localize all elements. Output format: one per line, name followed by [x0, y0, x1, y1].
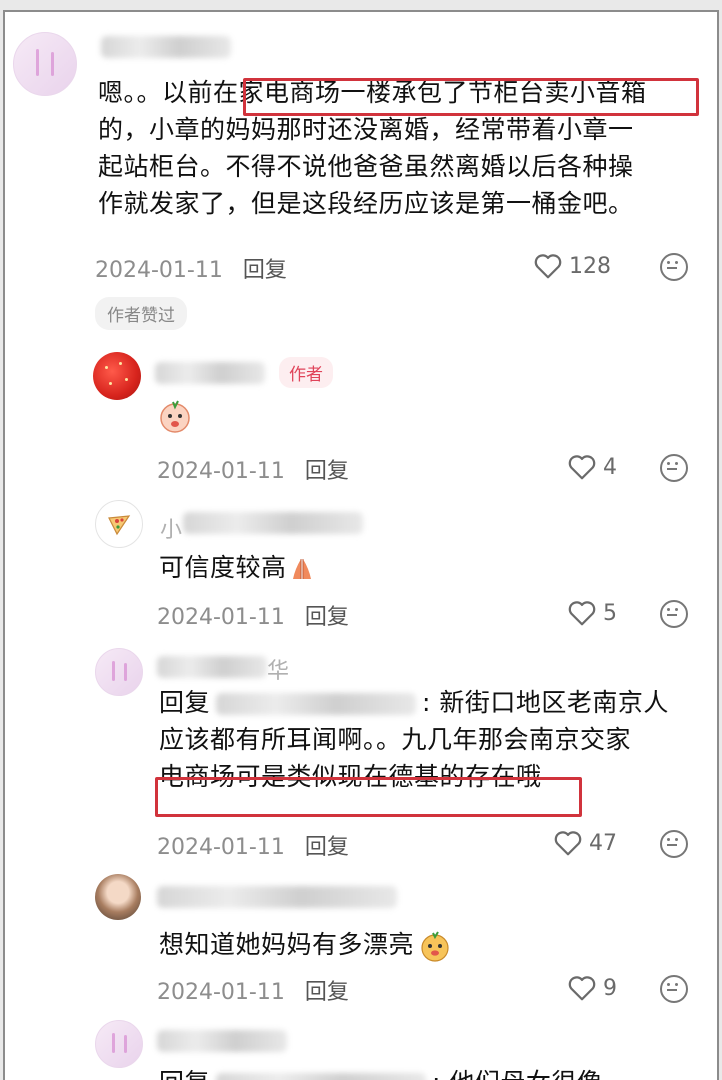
comment-text: 回复: 新街口地区老南京人 应该都有所耳闻啊。。九几年那会南京交家 电商场可是类…	[159, 688, 669, 791]
blurred-username[interactable]	[183, 512, 363, 534]
blurred-username[interactable]	[155, 362, 265, 384]
avatar[interactable]	[93, 352, 141, 400]
reply-button[interactable]: 回复	[305, 459, 349, 484]
comment-meta: 2024-01-11 回复	[157, 453, 349, 485]
heart-outline-icon	[568, 455, 596, 480]
like-count: 128	[569, 253, 611, 279]
blurred-username[interactable]	[157, 656, 267, 678]
pray-hands-emoji	[292, 559, 311, 579]
like-button[interactable]: 47	[553, 829, 617, 857]
frown-face-icon[interactable]	[660, 253, 688, 281]
comment-date: 2024-01-11	[157, 605, 285, 630]
blurred-mention[interactable]	[216, 693, 417, 715]
avatar[interactable]	[13, 32, 77, 96]
like-button[interactable]: 128	[533, 252, 611, 280]
avatar[interactable]	[95, 1020, 143, 1068]
avatar[interactable]	[95, 874, 141, 920]
sticker-emoji	[421, 931, 449, 962]
like-count: 47	[589, 830, 617, 856]
reply-button[interactable]: 回复	[305, 835, 349, 860]
comment-meta: 2024-01-11 回复	[157, 829, 349, 861]
blurred-mention[interactable]	[216, 1073, 427, 1080]
comment-text: 想知道她妈妈有多漂亮	[159, 926, 452, 963]
username-visible-part: 华	[267, 659, 290, 684]
frown-face-icon[interactable]	[660, 600, 688, 628]
heart-outline-icon	[568, 976, 596, 1001]
like-button[interactable]: 5	[567, 599, 617, 627]
comment-date: 2024-01-11	[95, 258, 223, 283]
like-count: 9	[603, 975, 617, 1001]
author-liked-badge: 作者赞过	[95, 297, 187, 330]
comment-date: 2024-01-11	[157, 459, 285, 484]
comment-date: 2024-01-11	[157, 980, 285, 1005]
blurred-username[interactable]	[157, 886, 397, 908]
comment-text: 嗯。。以前在家电商场一楼承包了节柜台卖小音箱 的，小章的妈妈那时还没离婚，经常带…	[98, 78, 647, 218]
like-button[interactable]: 4	[567, 453, 617, 481]
comment-text: 回复: 他们母女很像	[159, 1064, 699, 1080]
blurred-username[interactable]	[101, 36, 231, 58]
like-count: 4	[603, 454, 617, 480]
comment-meta: 2024-01-11 回复	[95, 252, 287, 284]
frown-face-icon[interactable]	[660, 830, 688, 858]
comment-date: 2024-01-11	[157, 835, 285, 860]
avatar[interactable]	[95, 648, 143, 696]
author-badge: 作者	[279, 357, 333, 388]
like-count: 5	[603, 600, 617, 626]
pizza-icon	[108, 515, 131, 536]
frown-face-icon[interactable]	[660, 975, 688, 1003]
blurred-username[interactable]	[157, 1030, 287, 1052]
comment-list: 嗯。。以前在家电商场一楼承包了节柜台卖小音箱 的，小章的妈妈那时还没离婚，经常带…	[3, 10, 719, 1080]
avatar[interactable]	[95, 500, 143, 548]
sticker-emoji	[160, 400, 190, 433]
like-button[interactable]: 9	[567, 974, 617, 1002]
reply-button[interactable]: 回复	[305, 980, 349, 1005]
username-visible-part: 小	[160, 518, 183, 543]
comment-text: 可信度较高	[159, 549, 317, 586]
reply-button[interactable]: 回复	[305, 605, 349, 630]
comment-meta: 2024-01-11 回复	[157, 599, 349, 631]
frown-face-icon[interactable]	[660, 454, 688, 482]
reply-button[interactable]: 回复	[243, 258, 287, 283]
comment-meta: 2024-01-11 回复	[157, 974, 349, 1006]
heart-outline-icon	[568, 601, 596, 626]
heart-outline-icon	[534, 254, 562, 279]
heart-outline-icon	[554, 831, 582, 856]
